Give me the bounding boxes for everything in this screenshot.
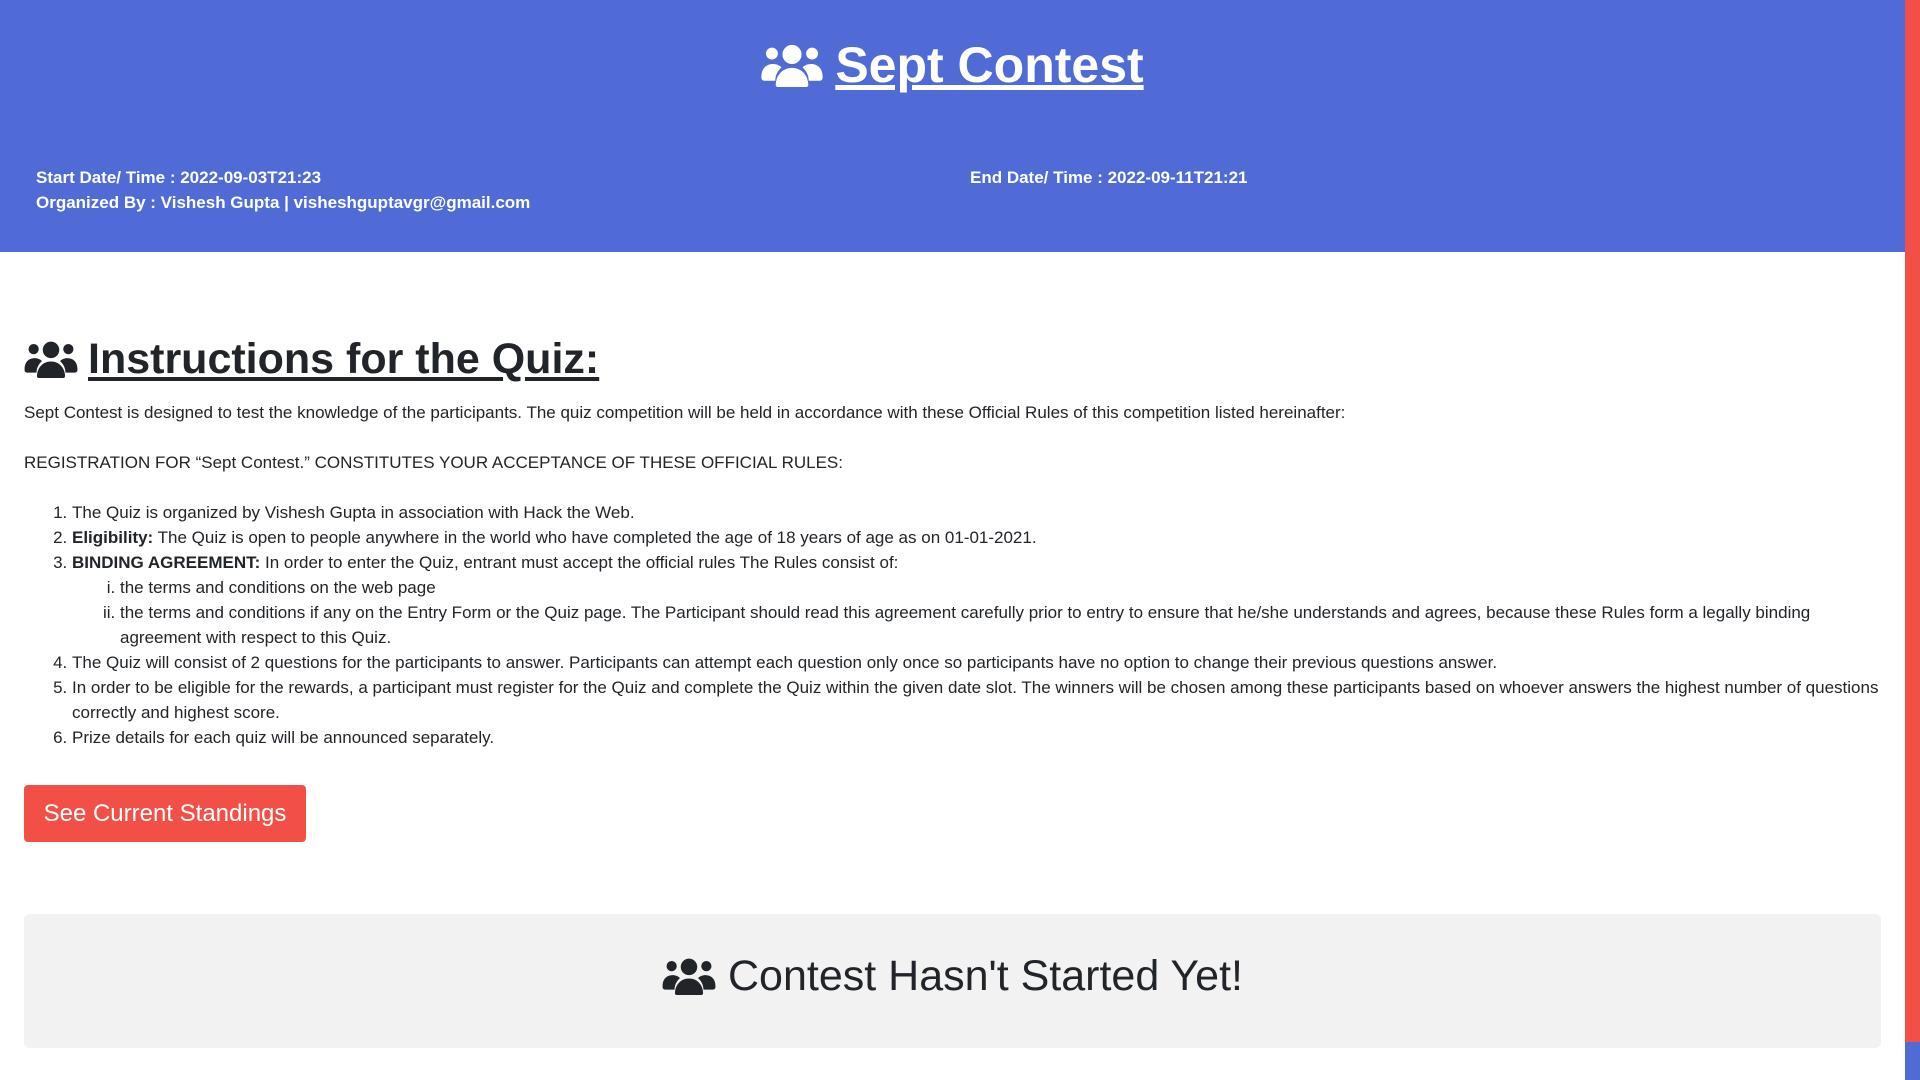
rule-3-sub-2: the terms and conditions if any on the E… (120, 603, 1811, 647)
rule-item: The Quiz will consist of 2 questions for… (72, 650, 1881, 675)
contest-status-box: Contest Hasn't Started Yet! (24, 914, 1881, 1048)
rule-item: BINDING AGREEMENT: In order to enter the… (72, 550, 1881, 650)
rule-item: The Quiz is organized by Vishesh Gupta i… (72, 500, 1881, 525)
sub-rule-item: the terms and conditions if any on the E… (120, 600, 1881, 650)
contest-status-heading: Contest Hasn't Started Yet! (662, 946, 1243, 1006)
intro-text: Sept Contest is designed to test the kno… (24, 403, 1346, 422)
rule-6-text: Prize details for each quiz will be anno… (72, 728, 495, 747)
page: Sept Contest Start Date/ Time : 2022-09-… (0, 0, 1905, 1080)
rule-2-text: The Quiz is open to people anywhere in t… (153, 528, 1037, 547)
rule-4-text: The Quiz will consist of 2 questions for… (72, 653, 1498, 672)
rule-3-sub-1: the terms and conditions on the web page (120, 578, 436, 597)
contest-title: Sept Contest (835, 37, 1144, 93)
start-datetime: Start Date/ Time : 2022-09-03T21:23 (36, 168, 322, 187)
rule-3-text: In order to enter the Quiz, entrant must… (260, 553, 899, 572)
rule-item: Eligibility: The Quiz is open to people … (72, 525, 1881, 550)
status-inner: Contest Hasn't Started Yet! (24, 946, 1881, 1006)
rules-list: The Quiz is organized by Vishesh Gupta i… (24, 500, 1881, 750)
contest-title-link[interactable]: Sept Contest (761, 30, 1144, 100)
rule-3-sublist: the terms and conditions on the web page… (72, 575, 1881, 650)
contest-status-text: Contest Hasn't Started Yet! (728, 952, 1243, 1000)
contest-header: Sept Contest Start Date/ Time : 2022-09-… (0, 0, 1905, 252)
users-icon (761, 43, 835, 87)
rule-1-text: The Quiz is organized by Vishesh Gupta i… (72, 503, 635, 522)
contest-meta-left: Start Date/ Time : 2022-09-03T21:23 Orga… (36, 165, 530, 215)
rule-2-label: Eligibility: (72, 528, 154, 547)
organizer: Organized By : Vishesh Gupta | visheshgu… (36, 193, 531, 212)
instructions-section: Instructions for the Quiz: Sept Contest … (24, 330, 1881, 750)
acceptance-text: REGISTRATION FOR “Sept Contest.” CONSTIT… (24, 453, 843, 472)
rule-item: In order to be eligible for the rewards,… (72, 675, 1881, 725)
instructions-heading: Instructions for the Quiz: (24, 330, 1881, 388)
scrollbar[interactable] (1905, 0, 1920, 1080)
rule-5-text: In order to be eligible for the rewards,… (72, 678, 1879, 722)
rule-3-label: BINDING AGREEMENT: (72, 553, 261, 572)
instructions-heading-text: Instructions for the Quiz: (88, 335, 600, 383)
see-standings-button[interactable]: See Current Standings (24, 785, 306, 842)
scrollbar-thumb[interactable] (1905, 1042, 1920, 1080)
rule-item: Prize details for each quiz will be anno… (72, 725, 1881, 750)
users-icon (24, 340, 88, 378)
contest-meta-right: End Date/ Time : 2022-09-11T21:21 (970, 165, 1248, 190)
users-icon (662, 957, 728, 995)
end-datetime: End Date/ Time : 2022-09-11T21:21 (970, 168, 1248, 187)
sub-rule-item: the terms and conditions on the web page (120, 575, 1881, 600)
title-wrap: Sept Contest (0, 30, 1905, 100)
